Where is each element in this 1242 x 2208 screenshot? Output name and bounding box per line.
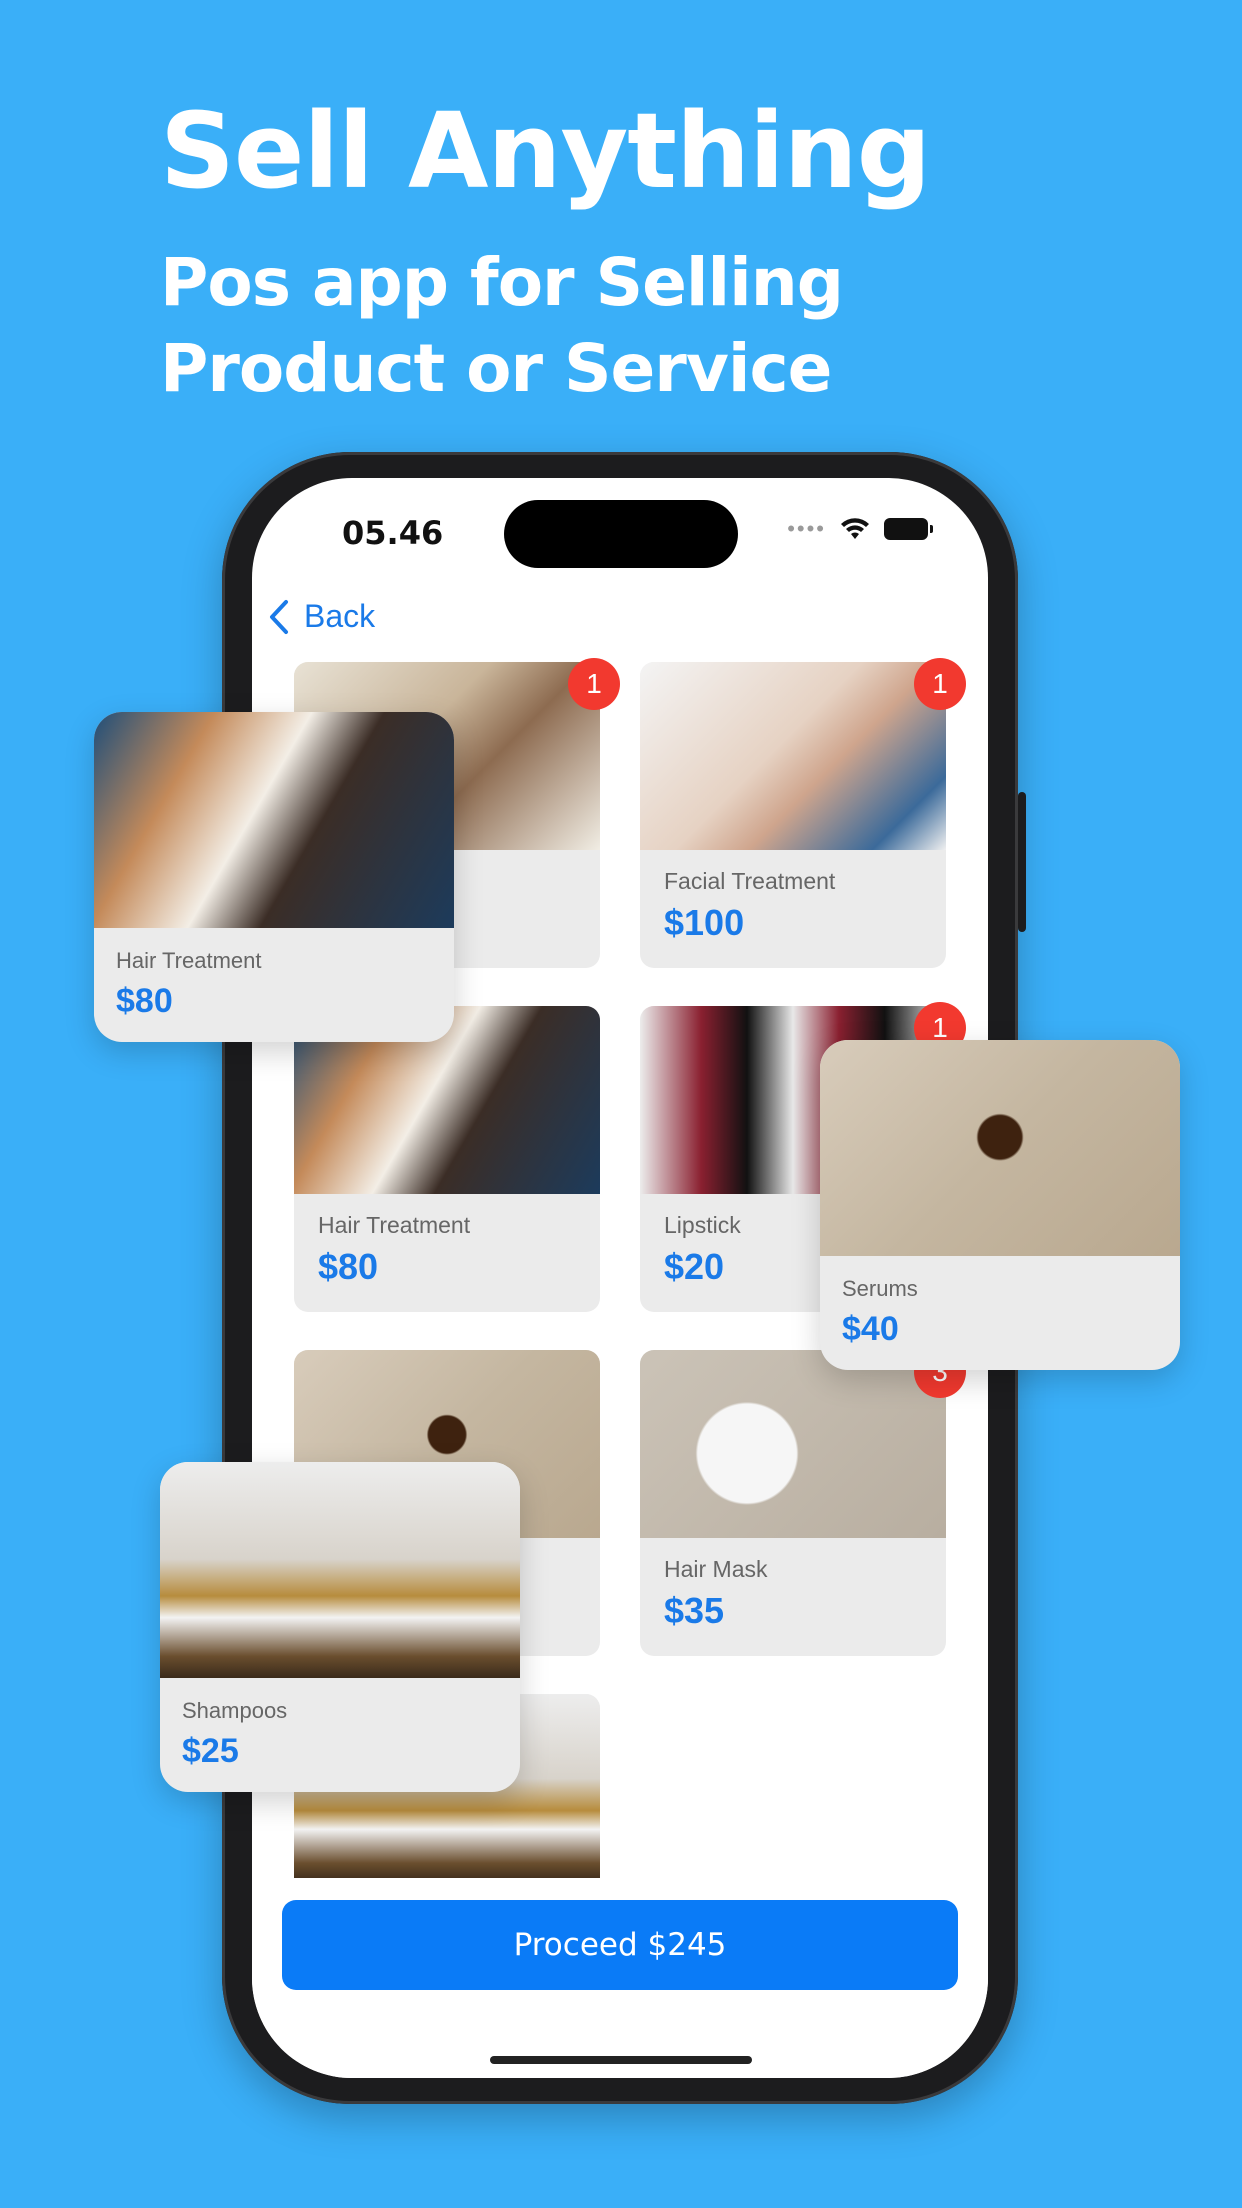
product-card-hair-mask[interactable]: Hair Mask $35 xyxy=(640,1350,946,1656)
status-time: 05.46 xyxy=(342,514,444,552)
chevron-left-icon xyxy=(270,599,288,634)
product-price: $80 xyxy=(318,1246,379,1287)
status-icons: •••• xyxy=(787,516,933,542)
home-indicator xyxy=(490,2056,752,2064)
promo-subheadline-line-2: Product or Service xyxy=(160,330,832,407)
floating-card-shampoos[interactable]: Shampoos $25 xyxy=(160,1462,520,1792)
floating-card-price: $25 xyxy=(182,1732,239,1770)
product-price: $100 xyxy=(664,902,745,943)
product-name: Facial Treatment xyxy=(664,868,836,894)
proceed-button[interactable]: Proceed $245 xyxy=(282,1900,958,1990)
facial-photo xyxy=(640,662,946,850)
floating-card-name: Shampoos xyxy=(182,1698,288,1723)
floating-card-price: $40 xyxy=(842,1310,899,1348)
promo-subheadline: Pos app for Selling Product or Service xyxy=(160,240,844,412)
promo-subheadline-line-1: Pos app for Selling xyxy=(160,244,844,321)
power-button xyxy=(1018,792,1026,932)
floating-card-serums[interactable]: Serums $40 xyxy=(820,1040,1180,1370)
quantity-badge: 1 xyxy=(568,658,620,710)
wifi-icon xyxy=(841,518,869,539)
floating-card-name: Serums xyxy=(842,1276,918,1301)
signal-dots-icon: •••• xyxy=(787,516,826,541)
promo-headline: Sell Anything xyxy=(160,90,931,212)
hair-mask-photo xyxy=(640,1350,946,1538)
product-name: Hair Mask xyxy=(664,1556,768,1582)
product-card-facial-treatment[interactable]: Facial Treatment $100 xyxy=(640,662,946,968)
battery-icon xyxy=(884,518,933,540)
dynamic-island xyxy=(504,500,738,568)
shampoo-photo xyxy=(160,1462,520,1678)
quantity-badge: 1 xyxy=(914,658,966,710)
back-button[interactable]: Back xyxy=(268,598,375,635)
product-name: Hair Treatment xyxy=(318,1212,471,1238)
product-card-hair-treatment[interactable]: Hair Treatment $80 xyxy=(294,1006,600,1312)
floating-card-name: Hair Treatment xyxy=(116,948,262,973)
hair-treatment-photo xyxy=(94,712,454,928)
product-name: Lipstick xyxy=(664,1212,741,1238)
floating-card-hair-treatment[interactable]: Hair Treatment $80 xyxy=(94,712,454,1042)
back-label: Back xyxy=(304,598,376,634)
serum-photo xyxy=(820,1040,1180,1256)
product-price: $20 xyxy=(664,1246,725,1287)
product-price: $35 xyxy=(664,1590,725,1631)
floating-card-price: $80 xyxy=(116,982,173,1020)
